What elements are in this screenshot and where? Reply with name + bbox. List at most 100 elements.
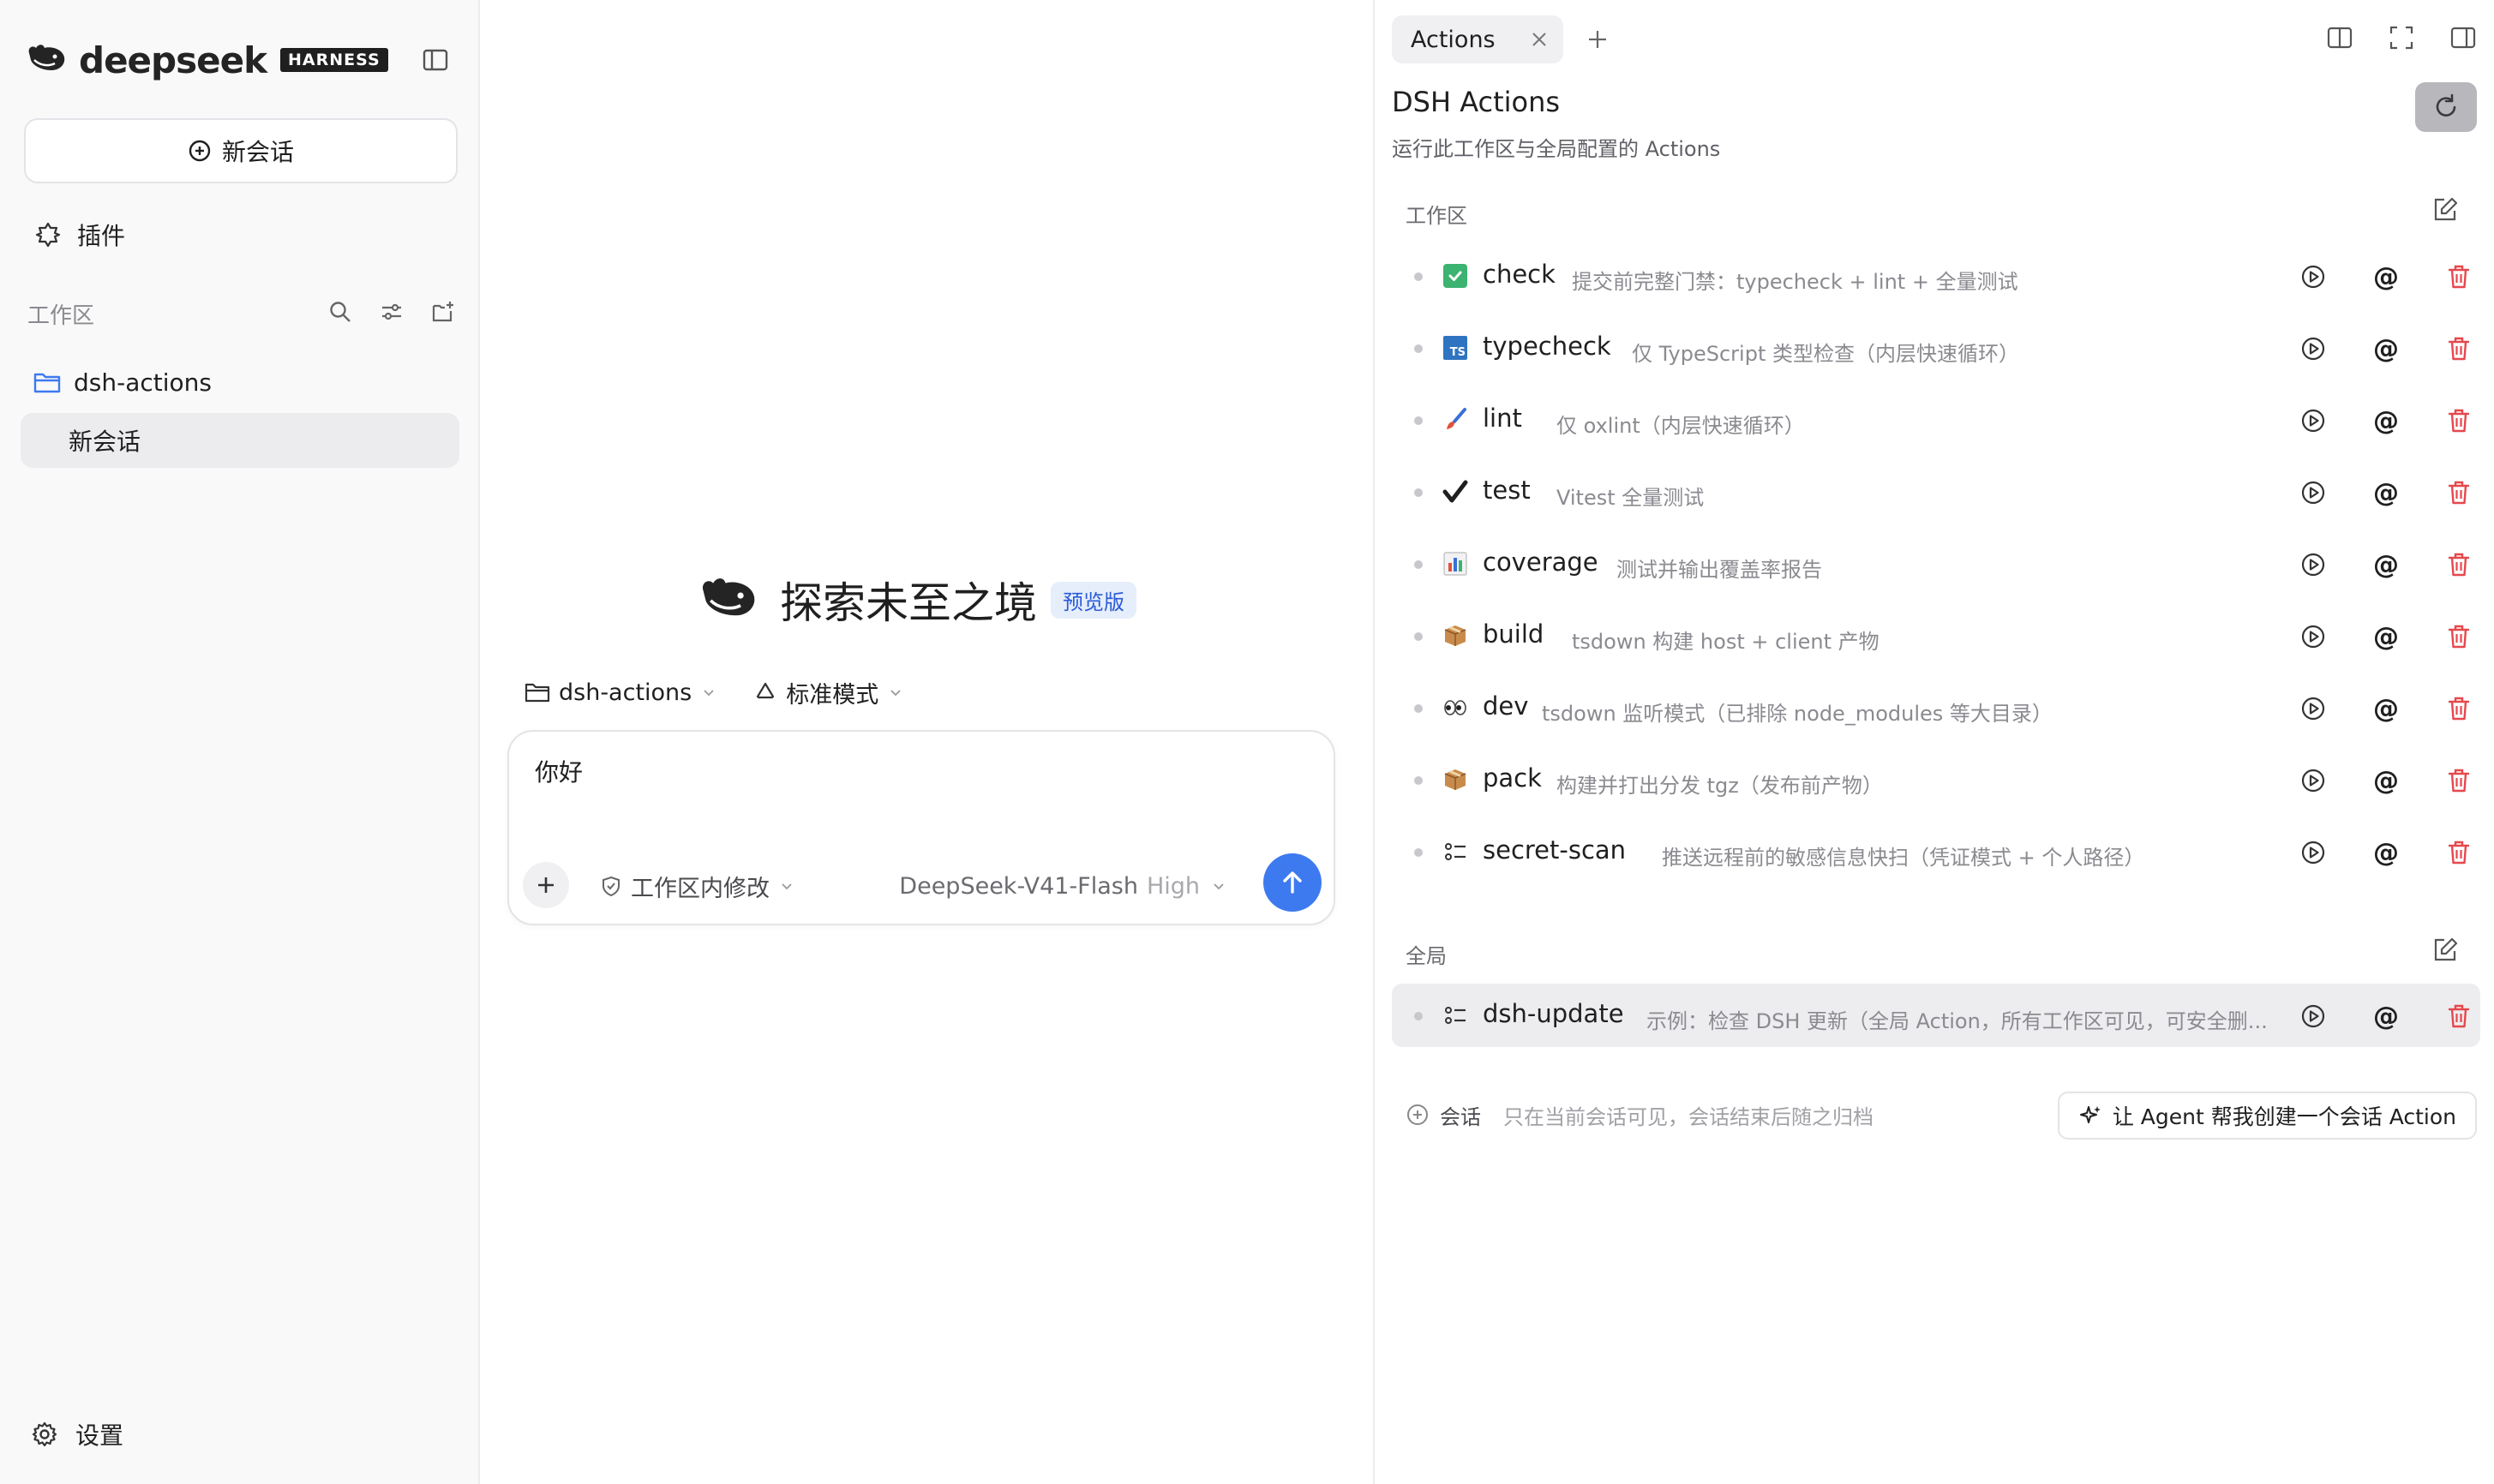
eyes-icon [1442, 694, 1469, 721]
action-description: 仅 oxlint（内层快速循环） [1556, 414, 1805, 438]
tab-actions[interactable]: Actions [1392, 15, 1563, 63]
play-icon[interactable] [2299, 622, 2328, 651]
chevron-down-icon [890, 690, 901, 697]
chevron-down-icon [1214, 883, 1224, 890]
trash-icon[interactable] [2444, 478, 2473, 507]
edit-icon[interactable] [2431, 195, 2460, 224]
action-row-pack[interactable]: pack 构建并打出分发 tgz（发布前产物） @ [1392, 748, 2480, 811]
trash-icon[interactable] [2444, 334, 2473, 363]
new-folder-icon[interactable] [430, 299, 456, 328]
action-row-typecheck[interactable]: TS typecheck 仅 TypeScript 类型检查（内层快速循环） @ [1392, 316, 2480, 380]
sparkle-icon [2079, 1106, 2101, 1123]
workspace-selector[interactable]: dsh-actions [525, 679, 716, 706]
action-row-build[interactable]: build tsdown 构建 host + client 产物 @ [1392, 604, 2480, 667]
search-icon[interactable] [327, 299, 353, 328]
message-input[interactable]: 你好 [535, 754, 583, 788]
trash-icon[interactable] [2444, 694, 2473, 723]
session-section: 会话 只在当前会话可见，会话结束后随之归档 [1406, 1093, 1873, 1136]
session-label: 新会话 [69, 428, 141, 456]
sidebar-toggle-icon[interactable] [422, 46, 449, 74]
action-name: secret-scan [1483, 835, 1627, 865]
workspace-folder[interactable]: dsh-actions [33, 363, 212, 401]
mention-icon[interactable]: @ [2371, 406, 2401, 436]
sidebar-item-label: 插件 [77, 222, 126, 250]
action-row-test[interactable]: test Vitest 全量测试 @ [1392, 460, 2480, 524]
action-name: pack [1483, 763, 1542, 793]
plus-circle-icon [1407, 1104, 1428, 1125]
play-icon[interactable] [2299, 406, 2328, 435]
refresh-button[interactable] [2415, 82, 2477, 132]
action-name: check [1483, 260, 1556, 289]
action-row-dev[interactable]: dev tsdown 监听模式（已排除 node_modules 等大目录） @ [1392, 676, 2480, 739]
check-mark-icon [1442, 262, 1469, 290]
bullet-dot [1414, 560, 1423, 569]
plus-circle-icon [189, 140, 211, 162]
mention-icon[interactable]: @ [2371, 550, 2401, 580]
bullet-dot [1414, 704, 1423, 713]
trash-icon[interactable] [2444, 550, 2473, 579]
folder-icon [33, 373, 61, 393]
expand-icon[interactable] [2388, 24, 2415, 55]
play-icon[interactable] [2299, 478, 2328, 507]
play-icon[interactable] [2299, 766, 2328, 795]
play-icon[interactable] [2299, 550, 2328, 579]
send-button[interactable] [1263, 853, 1322, 912]
panel-subtitle: 运行此工作区与全局配置的 Actions [1392, 137, 1721, 161]
trash-icon[interactable] [2444, 1002, 2473, 1031]
bullet-dot [1414, 632, 1423, 641]
action-description: 仅 TypeScript 类型检查（内层快速循环） [1632, 342, 2019, 366]
action-name: test [1483, 476, 1531, 505]
hero: 探索未至之境 预览版 [698, 569, 1136, 631]
mode-selector[interactable]: 标准模式 [753, 676, 902, 709]
action-row-secret-scan[interactable]: secret-scan 推送远程前的敏感信息快扫（凭证模式 + 个人路径） @ [1392, 820, 2480, 883]
brand-tag: HARNESS [280, 48, 388, 72]
edit-icon[interactable] [2431, 936, 2460, 965]
action-name: lint [1483, 404, 1522, 433]
mention-icon[interactable]: @ [2371, 694, 2401, 724]
paintbrush-icon [1442, 406, 1469, 434]
window-tools [2326, 24, 2477, 55]
play-icon[interactable] [2299, 334, 2328, 363]
split-view-icon[interactable] [2326, 24, 2353, 55]
mention-icon[interactable]: @ [2371, 262, 2401, 292]
create-session-action-label: 让 Agent 帮我创建一个会话 Action [2112, 1104, 2456, 1129]
attach-button[interactable] [523, 862, 569, 908]
sidebar-item-plugins[interactable]: 插件 [34, 216, 125, 254]
action-row-coverage[interactable]: coverage 测试并输出覆盖率报告 @ [1392, 532, 2480, 595]
settings-button[interactable]: 设置 [31, 1415, 123, 1453]
checkmark-icon [1442, 478, 1469, 506]
play-icon[interactable] [2299, 694, 2328, 723]
close-icon[interactable] [1529, 29, 1550, 50]
mention-icon[interactable]: @ [2371, 1002, 2401, 1032]
mention-icon[interactable]: @ [2371, 622, 2401, 652]
new-chat-button[interactable]: 新会话 [24, 118, 458, 183]
trash-icon[interactable] [2444, 838, 2473, 867]
play-icon[interactable] [2299, 838, 2328, 867]
trash-icon[interactable] [2444, 622, 2473, 651]
action-row-check[interactable]: check 提交前完整门禁：typecheck + lint + 全量测试 @ [1392, 244, 2480, 308]
mention-icon[interactable]: @ [2371, 766, 2401, 796]
mention-icon[interactable]: @ [2371, 838, 2401, 868]
create-session-action-button[interactable]: 让 Agent 帮我创建一个会话 Action [2057, 1092, 2477, 1140]
play-icon[interactable] [2299, 1002, 2328, 1031]
trash-icon[interactable] [2444, 262, 2473, 291]
right-panel-toggle-icon[interactable] [2449, 24, 2477, 55]
session-item[interactable]: 新会话 [21, 413, 459, 468]
trash-icon[interactable] [2444, 406, 2473, 435]
action-row-lint[interactable]: lint 仅 oxlint（内层快速循环） @ [1392, 388, 2480, 452]
permission-selector[interactable]: 工作区内修改 [600, 869, 794, 903]
filter-sliders-icon[interactable] [379, 299, 405, 328]
play-icon[interactable] [2299, 262, 2328, 291]
action-name: typecheck [1483, 332, 1611, 361]
add-tab-icon[interactable] [1584, 26, 1611, 53]
permission-label: 工作区内修改 [631, 875, 770, 902]
trash-icon[interactable] [2444, 766, 2473, 795]
arrow-up-icon [1283, 871, 1302, 894]
mention-icon[interactable]: @ [2371, 334, 2401, 364]
mention-icon[interactable]: @ [2371, 478, 2401, 508]
action-row-dsh-update[interactable]: dsh-update 示例：检查 DSH 更新（全局 Action，所有工作区可见… [1392, 984, 2480, 1047]
model-selector[interactable]: DeepSeek-V41-Flash High [899, 869, 1226, 903]
action-description: 构建并打出分发 tgz（发布前产物） [1556, 774, 1883, 798]
bullet-dot [1414, 272, 1423, 281]
context-row: dsh-actions 标准模式 [525, 673, 940, 711]
